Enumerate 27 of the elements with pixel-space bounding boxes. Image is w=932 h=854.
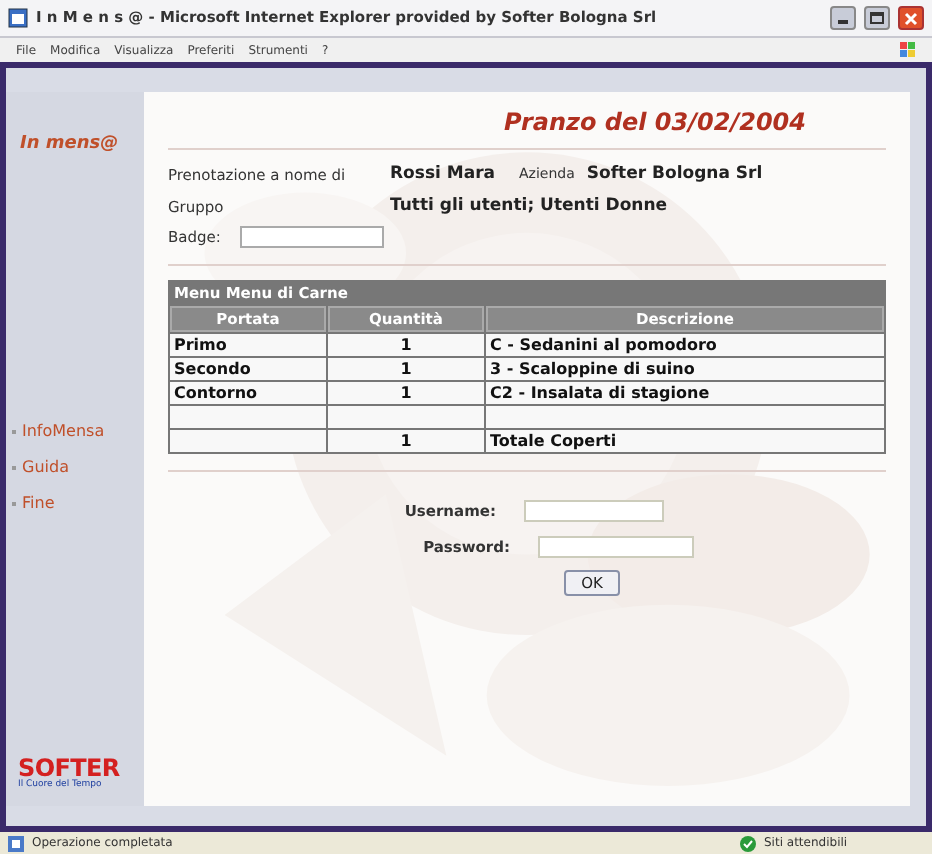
minimize-button[interactable]: [830, 6, 856, 30]
table-cell: Totale Coperti: [486, 430, 884, 453]
close-icon: [904, 11, 918, 25]
table-cell: 1: [328, 382, 484, 405]
table-cell: 1: [328, 334, 484, 357]
table-cell: C - Sedanini al pomodoro: [486, 334, 884, 357]
table-cell: Secondo: [170, 358, 326, 381]
windows-logo-icon: [900, 42, 916, 58]
maximize-button[interactable]: [864, 6, 890, 30]
check-icon: [740, 835, 756, 851]
close-button[interactable]: [898, 6, 924, 30]
table-cell: 3 - Scaloppine di suino: [486, 358, 884, 381]
table-cell: Contorno: [170, 382, 326, 405]
field-value: Rossi Mara: [390, 162, 495, 188]
table-cell: C2 - Insalata di stagione: [486, 382, 884, 405]
page-icon: [8, 835, 24, 851]
field-value: Softer Bologna Srl: [586, 162, 763, 188]
browser-icon: [8, 8, 28, 28]
table-cell: 1: [328, 430, 484, 453]
table-cell: 1: [328, 358, 484, 381]
table-cell: Primo: [170, 334, 326, 357]
field-value: Tutti gli utenti; Utenti Donne: [390, 193, 668, 219]
password-field[interactable]: [538, 535, 694, 558]
username-field[interactable]: [524, 500, 664, 523]
badge-field[interactable]: [240, 225, 384, 248]
logo: In mens@: [20, 132, 121, 158]
page-title: Pranzo del 03/02/2004: [504, 106, 806, 140]
